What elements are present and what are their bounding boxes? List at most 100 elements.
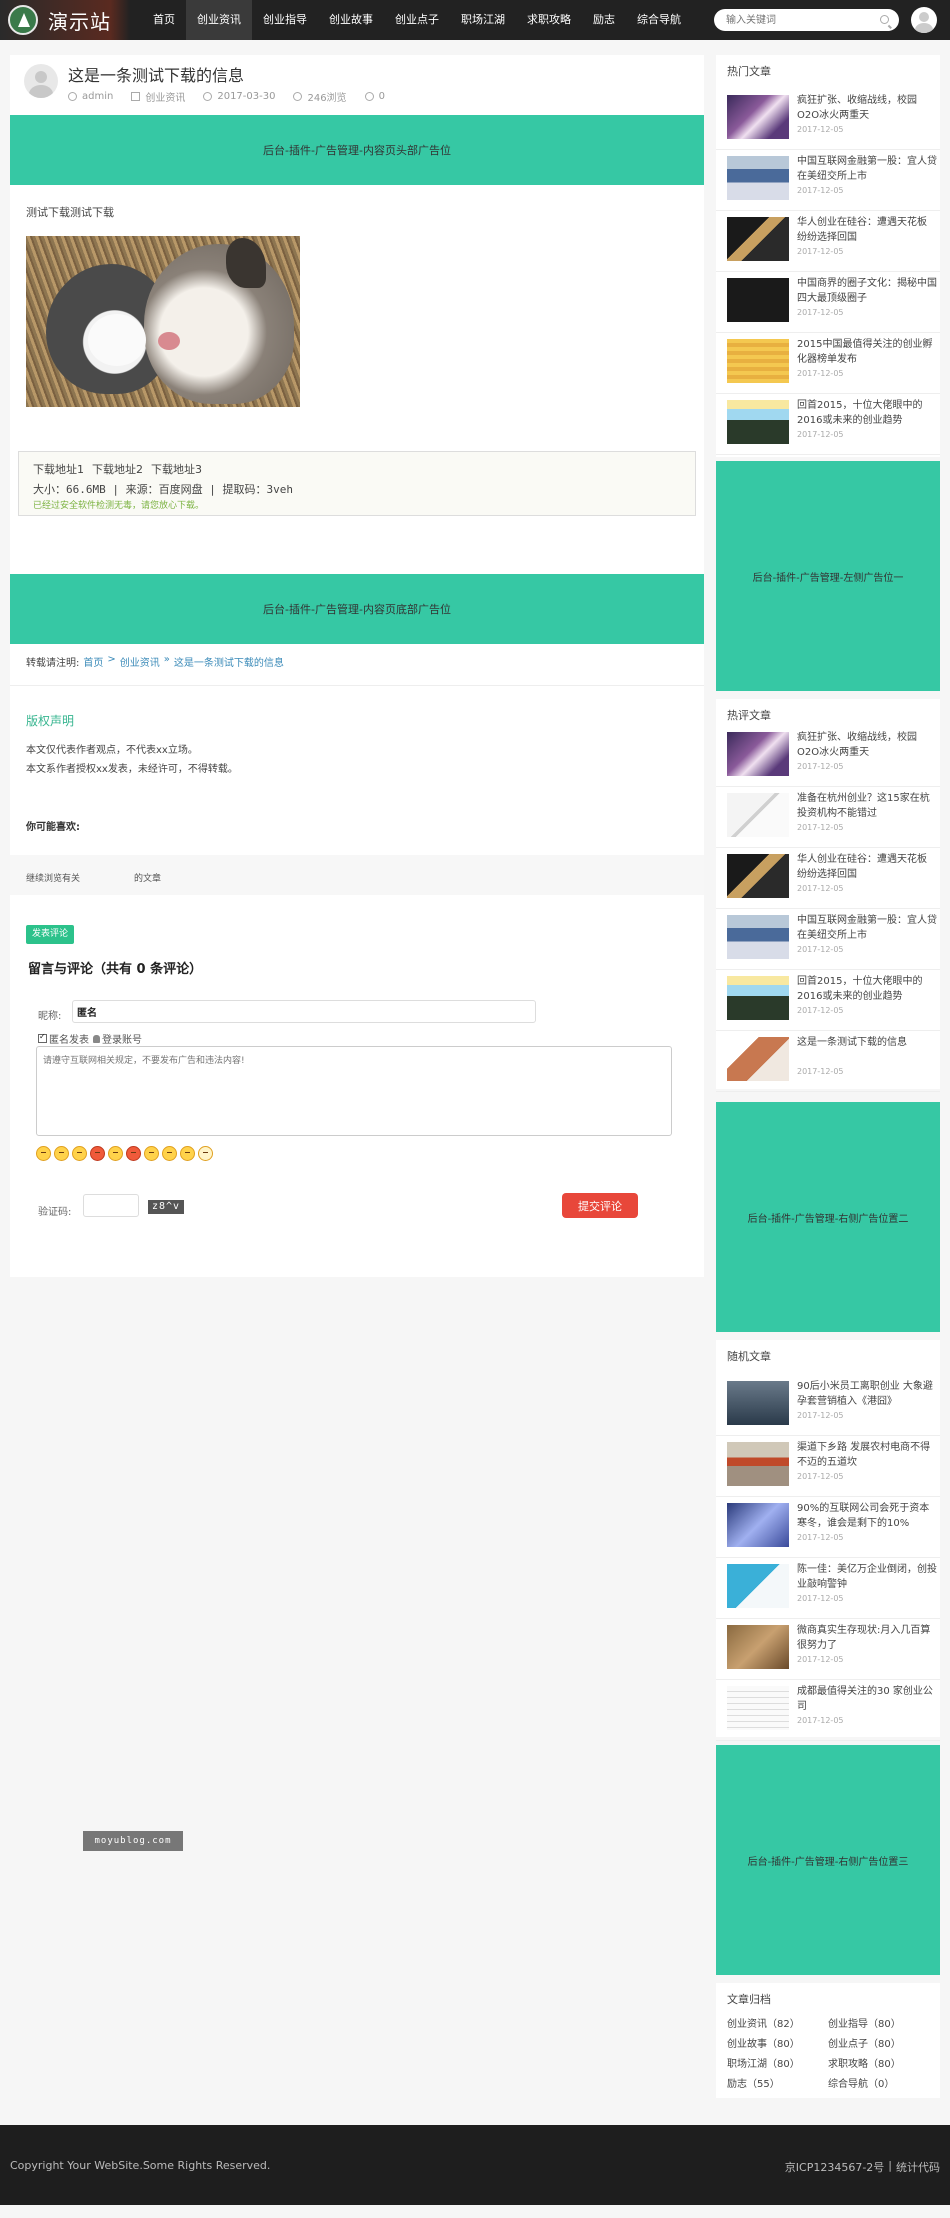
emoji-icon[interactable] [108,1146,123,1161]
sidebar-post-item[interactable]: 中国互联网金融第一股：宜人贷在美纽交所上市 2017-12-05 [716,909,940,970]
anonymous-checkbox[interactable] [38,1032,47,1043]
stats-link[interactable]: 统计代码 [896,2159,940,2175]
sidebar-post-item[interactable]: 成都最值得关注的30 家创业公司 2017-12-05 [716,1680,940,1741]
nav-item[interactable]: 创业资讯 [186,0,252,40]
login-link[interactable]: 登录账号 [102,1031,142,1046]
archive-item[interactable]: 创业资讯（82） [727,2015,800,2030]
sidebar-post-item[interactable]: 华人创业在硅谷：遭遇天花板 纷纷选择回国 2017-12-05 [716,211,940,272]
sidebar-ad-2[interactable]: 后台-插件-广告管理-右侧广告位置二 [716,1102,940,1332]
download-link-3[interactable]: 下载地址3 [151,461,202,477]
sidebar-post-item[interactable]: 这是一条测试下载的信息 2017-12-05 [716,1031,940,1092]
sidebar-post-item[interactable]: 渠道下乡路 发展农村电商不得不迈的五道坎 2017-12-05 [716,1436,940,1497]
breadcrumb-title[interactable]: 这是一条测试下载的信息 [174,654,284,669]
post-title[interactable]: 回首2015，十位大佬眼中的2016或未来的创业趋势 [797,398,937,428]
sidebar-post-item[interactable]: 90%的互联网公司会死于资本寒冬，谁会是剩下的10% 2017-12-05 [716,1497,940,1558]
search-icon[interactable] [880,15,889,24]
post-thumbnail[interactable] [727,217,789,261]
post-thumbnail[interactable] [727,95,789,139]
submit-comment-button[interactable]: 提交评论 [562,1193,638,1218]
emoji-icon[interactable] [90,1146,105,1161]
user-avatar[interactable] [911,7,937,33]
post-thumbnail[interactable] [727,976,789,1020]
post-thumbnail[interactable] [727,1381,789,1425]
download-link-2[interactable]: 下载地址2 [92,461,143,477]
breadcrumb-home[interactable]: 首页 [83,654,103,669]
post-thumbnail[interactable] [727,854,789,898]
post-title[interactable]: 华人创业在硅谷：遭遇天花板 纷纷选择回国 [797,852,937,882]
icp-link[interactable]: 京ICP1234567-2号 [785,2159,885,2175]
meta-category[interactable]: 创业资讯 [131,89,185,104]
sidebar-post-item[interactable]: 中国互联网金融第一股：宜人贷在美纽交所上市 2017-12-05 [716,150,940,211]
post-thumbnail[interactable] [727,278,789,322]
post-thumbnail[interactable] [727,1037,789,1081]
nav-item[interactable]: 首页 [142,0,186,40]
post-thumbnail[interactable] [727,915,789,959]
search-input[interactable] [714,9,864,31]
sidebar-post-item[interactable]: 中国商界的圈子文化：揭秘中国四大最顶级圈子 2017-12-05 [716,272,940,333]
ad-bottom-banner[interactable]: 后台-插件-广告管理-内容页底部广告位 [10,574,704,644]
nav-item[interactable]: 创业指导 [252,0,318,40]
post-thumbnail[interactable] [727,1686,789,1730]
post-title[interactable]: 疯狂扩张、收缩战线，校园O2O冰火两重天 [797,93,937,123]
sidebar-post-item[interactable]: 回首2015，十位大佬眼中的2016或未来的创业趋势 2017-12-05 [716,970,940,1031]
archive-item[interactable]: 创业故事（80） [727,2035,800,2050]
emoji-icon[interactable] [144,1146,159,1161]
site-logo[interactable]: 演示站 [8,4,111,36]
sidebar-post-item[interactable]: 疯狂扩张、收缩战线，校园O2O冰火两重天 2017-12-05 [716,89,940,150]
post-title[interactable]: 90后小米员工离职创业 大象避孕套营销植入《港囧》 [797,1379,937,1409]
archive-item[interactable]: 励志（55） [727,2075,780,2090]
nickname-input[interactable] [72,1000,536,1023]
post-title[interactable]: 华人创业在硅谷：遭遇天花板 纷纷选择回国 [797,215,937,245]
post-thumbnail[interactable] [727,400,789,444]
ad-top-banner[interactable]: 后台-插件-广告管理-内容页头部广告位 [10,115,704,185]
post-thumbnail[interactable] [727,732,789,776]
sidebar-ad-3[interactable]: 后台-插件-广告管理-右侧广告位置三 [716,1745,940,1975]
post-title[interactable]: 90%的互联网公司会死于资本寒冬，谁会是剩下的10% [797,1501,937,1531]
captcha-input[interactable] [83,1194,139,1217]
post-thumbnail[interactable] [727,339,789,383]
post-title[interactable]: 中国互联网金融第一股：宜人贷在美纽交所上市 [797,154,937,184]
archive-item[interactable]: 职场江湖（80） [727,2055,800,2070]
emoji-icon[interactable] [126,1146,141,1161]
post-title[interactable]: 回首2015，十位大佬眼中的2016或未来的创业趋势 [797,974,937,1004]
post-title[interactable]: 成都最值得关注的30 家创业公司 [797,1684,937,1714]
nav-item[interactable]: 创业故事 [318,0,384,40]
sidebar-post-item[interactable]: 回首2015，十位大佬眼中的2016或未来的创业趋势 2017-12-05 [716,394,940,455]
emoji-icon[interactable] [72,1146,87,1161]
sidebar-post-item[interactable]: 微商真实生存现状:月入几百算很努力了 2017-12-05 [716,1619,940,1680]
post-title[interactable]: 陈一佳：美亿万企业倒闭，创投业敲响警钟 [797,1562,937,1592]
post-thumbnail[interactable] [727,793,789,837]
meta-comments[interactable]: 0 [364,89,385,104]
archive-item[interactable]: 综合导航（0） [828,2075,894,2090]
breadcrumb-category[interactable]: 创业资讯 [120,654,160,669]
emoji-icon[interactable] [198,1146,213,1161]
archive-item[interactable]: 创业点子（80） [828,2035,901,2050]
download-link-1[interactable]: 下载地址1 [33,461,84,477]
post-title[interactable]: 准备在杭州创业？这15家在杭投资机构不能错过 [797,791,937,821]
post-thumbnail[interactable] [727,156,789,200]
nav-item[interactable]: 励志 [582,0,626,40]
archive-item[interactable]: 求职攻略（80） [828,2055,901,2070]
nav-item[interactable]: 职场江湖 [450,0,516,40]
post-thumbnail[interactable] [727,1503,789,1547]
post-title[interactable]: 渠道下乡路 发展农村电商不得不迈的五道坎 [797,1440,937,1470]
emoji-icon[interactable] [180,1146,195,1161]
emoji-icon[interactable] [162,1146,177,1161]
sidebar-post-item[interactable]: 华人创业在硅谷：遭遇天花板 纷纷选择回国 2017-12-05 [716,848,940,909]
emoji-icon[interactable] [54,1146,69,1161]
post-thumbnail[interactable] [727,1625,789,1669]
sidebar-post-item[interactable]: 90后小米员工离职创业 大象避孕套营销植入《港囧》 2017-12-05 [716,1375,940,1436]
post-title[interactable]: 微商真实生存现状:月入几百算很努力了 [797,1623,937,1653]
sidebar-post-item[interactable]: 准备在杭州创业？这15家在杭投资机构不能错过 2017-12-05 [716,787,940,848]
post-title[interactable]: 中国商界的圈子文化：揭秘中国四大最顶级圈子 [797,276,937,306]
nav-item[interactable]: 创业点子 [384,0,450,40]
meta-author[interactable]: admin [68,89,113,104]
emoji-icon[interactable] [36,1146,51,1161]
post-title[interactable]: 这是一条测试下载的信息 [797,1035,937,1050]
post-thumbnail[interactable] [727,1442,789,1486]
nav-item[interactable]: 综合导航 [626,0,692,40]
sidebar-post-item[interactable]: 疯狂扩张、收缩战线，校园O2O冰火两重天 2017-12-05 [716,726,940,787]
post-title[interactable]: 2015中国最值得关注的创业孵化器榜单发布 [797,337,937,367]
sidebar-ad-1[interactable]: 后台-插件-广告管理-左侧广告位一 [716,461,940,691]
comment-textarea[interactable] [36,1046,672,1136]
